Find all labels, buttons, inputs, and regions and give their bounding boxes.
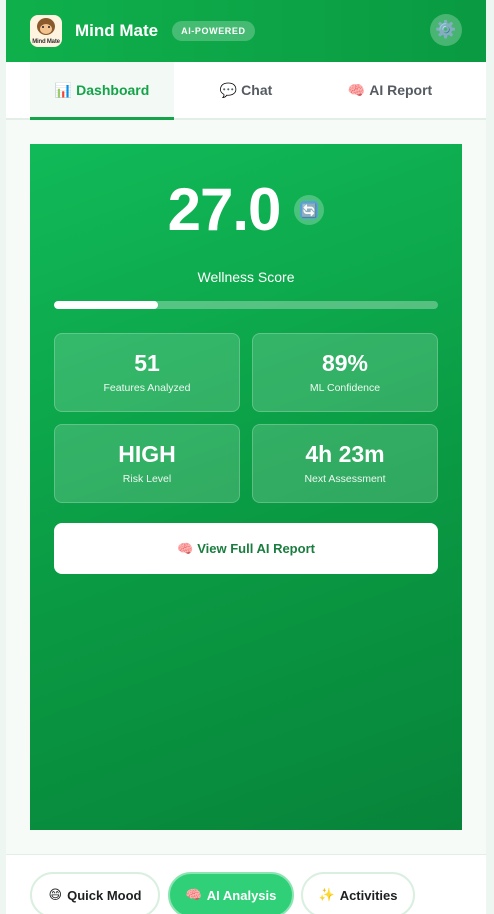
- stat-risk-level: HIGH Risk Level: [54, 424, 240, 503]
- stat-ml-confidence: 89% ML Confidence: [252, 333, 438, 412]
- stat-features-analyzed: 51 Features Analyzed: [54, 333, 240, 412]
- pill-label: Activities: [339, 887, 398, 903]
- refresh-icon: 🔄: [300, 201, 319, 219]
- wellness-score-value: 27.0: [167, 176, 282, 243]
- bar-chart-icon: 📊: [54, 81, 73, 98]
- ai-powered-badge: AI-POWERED: [172, 21, 255, 41]
- logo-text: Mind Mate: [32, 39, 60, 45]
- stat-next-assessment: 4h 23m Next Assessment: [252, 424, 438, 503]
- brain-icon: 🧠: [347, 81, 366, 98]
- brain-icon: 🧠: [177, 540, 194, 556]
- speech-bubble-icon: 💬: [219, 81, 238, 98]
- tab-label: Dashboard: [76, 82, 150, 98]
- view-full-ai-report-button[interactable]: 🧠 View Full AI Report: [54, 523, 438, 574]
- app-logo: Mind Mate: [30, 15, 62, 47]
- pill-label: Quick Mood: [67, 887, 142, 903]
- refresh-button[interactable]: 🔄: [294, 195, 325, 225]
- app-title: Mind Mate: [75, 21, 159, 40]
- wellness-score-label: Wellness Score: [197, 269, 295, 285]
- tab-dashboard[interactable]: 📊 Dashboard: [30, 62, 174, 120]
- stat-label: Risk Level: [122, 472, 172, 485]
- brain-icon: 🧠: [185, 887, 202, 902]
- stat-label: Features Analyzed: [103, 381, 191, 394]
- stat-value: 51: [134, 349, 160, 376]
- wellness-progress-fill: [54, 301, 158, 309]
- activities-button[interactable]: ✨ Activities: [301, 872, 415, 914]
- stat-label: Next Assessment: [304, 472, 386, 485]
- settings-button[interactable]: ⚙️: [430, 14, 462, 46]
- report-button-label: View Full AI Report: [197, 541, 315, 556]
- stat-label: ML Confidence: [309, 381, 381, 394]
- smiley-icon: 😄: [48, 887, 63, 902]
- stat-value: HIGH: [118, 440, 176, 467]
- app-header: Mind Mate Mind Mate AI-POWERED ⚙️: [6, 0, 486, 62]
- ai-analysis-button[interactable]: 🧠 AI Analysis: [168, 872, 294, 914]
- wellness-card: 27.0 🔄 Wellness Score 51 Features Analyz…: [30, 144, 462, 830]
- tab-label: Chat: [241, 82, 273, 98]
- gear-icon: ⚙️: [435, 20, 457, 39]
- sparkles-icon: ✨: [318, 887, 335, 902]
- stat-value: 89%: [321, 349, 369, 376]
- tab-ai-report[interactable]: 🧠 AI Report: [318, 62, 462, 118]
- main-tabs: 📊 Dashboard 💬 Chat 🧠 AI Report: [6, 62, 486, 120]
- tab-label: AI Report: [369, 82, 433, 98]
- bottom-action-bar: 😄 Quick Mood 🧠 AI Analysis ✨ Activities: [6, 854, 486, 914]
- wellness-progress-bar: [54, 301, 438, 309]
- tab-chat[interactable]: 💬 Chat: [174, 62, 318, 118]
- pill-label: AI Analysis: [206, 887, 277, 903]
- quick-mood-button[interactable]: 😄 Quick Mood: [30, 872, 160, 914]
- dashboard-panel: 27.0 🔄 Wellness Score 51 Features Analyz…: [6, 120, 486, 854]
- stat-value: 4h 23m: [305, 440, 385, 467]
